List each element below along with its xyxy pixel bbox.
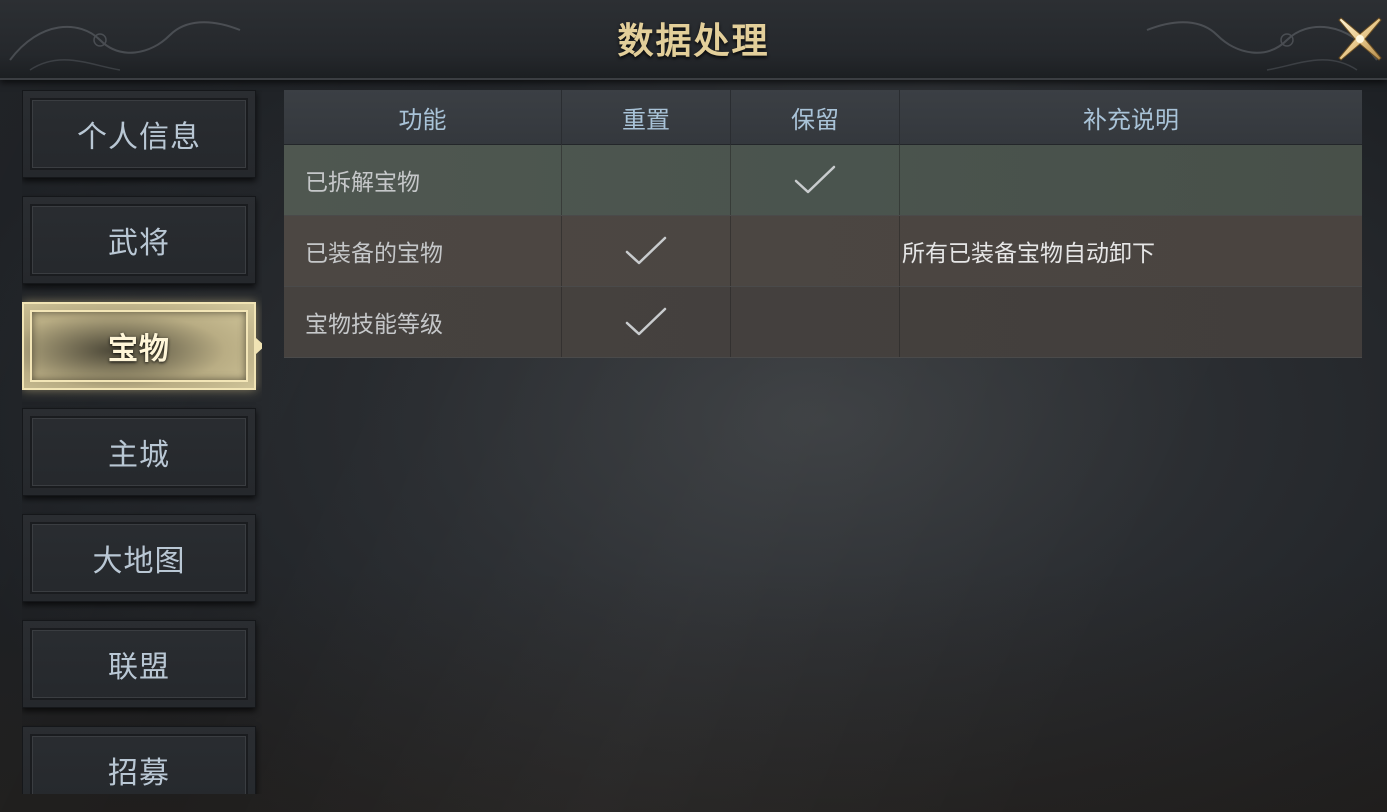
active-tab-pointer-icon xyxy=(256,338,262,354)
row-keep-cell xyxy=(731,216,900,286)
close-x-icon xyxy=(1338,17,1382,61)
category-sidebar: 个人信息 武将 宝物 主城 大地图 联盟 招募 xyxy=(22,90,262,794)
page-title: 数据处理 xyxy=(617,20,770,62)
sidebar-item-label: 招募 xyxy=(108,756,170,791)
data-table: 功能 重置 保留 补充说明 已拆解宝物 已装备的宝物 所有已装备宝物自动卸下 宝… xyxy=(284,90,1362,358)
column-header-keep: 保留 xyxy=(731,90,900,145)
sidebar-item-label: 主城 xyxy=(108,438,170,473)
close-button[interactable] xyxy=(1335,14,1385,64)
column-header-notes: 补充说明 xyxy=(1083,106,1179,134)
table-row: 已拆解宝物 xyxy=(284,145,1362,216)
checkmark-icon xyxy=(793,164,837,196)
checkmark-icon xyxy=(624,235,668,267)
sidebar-item-label: 武将 xyxy=(108,226,170,261)
sidebar-item-label: 大地图 xyxy=(92,544,186,579)
row-reset-cell xyxy=(562,145,731,215)
row-function-name: 宝物技能等级 xyxy=(284,287,562,357)
row-reset-cell xyxy=(562,216,731,286)
sidebar-item-label: 个人信息 xyxy=(77,120,201,155)
data-processing-window: 数据处理 个人信息 武将 宝物 主城 大地图 联盟 招募 功能 重置 保留 补充… xyxy=(0,0,1387,812)
window-header: 数据处理 xyxy=(0,0,1387,80)
sidebar-item-personal-info[interactable]: 个人信息 xyxy=(22,90,256,178)
sidebar-item-recruit[interactable]: 招募 xyxy=(22,726,256,794)
sidebar-item-label: 宝物 xyxy=(108,332,170,367)
row-function-name: 已装备的宝物 xyxy=(284,216,562,286)
checkmark-icon xyxy=(624,306,668,338)
table-header: 功能 重置 保留 补充说明 xyxy=(284,90,1362,145)
sidebar-item-treasures[interactable]: 宝物 xyxy=(22,302,262,390)
sidebar-item-generals[interactable]: 武将 xyxy=(22,196,256,284)
row-note xyxy=(900,145,1362,215)
column-header-function: 功能 xyxy=(284,90,562,145)
row-note xyxy=(900,287,1362,357)
column-header-reset: 重置 xyxy=(562,90,731,145)
table-row: 已装备的宝物 所有已装备宝物自动卸下 xyxy=(284,216,1362,287)
sidebar-item-main-city[interactable]: 主城 xyxy=(22,408,256,496)
sidebar-item-alliance[interactable]: 联盟 xyxy=(22,620,256,708)
row-keep-cell xyxy=(731,287,900,357)
row-reset-cell xyxy=(562,287,731,357)
sidebar-item-world-map[interactable]: 大地图 xyxy=(22,514,256,602)
sidebar-item-label: 联盟 xyxy=(108,650,170,685)
row-note: 所有已装备宝物自动卸下 xyxy=(902,241,1155,267)
row-function-name: 已拆解宝物 xyxy=(284,145,562,215)
table-row: 宝物技能等级 xyxy=(284,287,1362,358)
row-keep-cell xyxy=(731,145,900,215)
